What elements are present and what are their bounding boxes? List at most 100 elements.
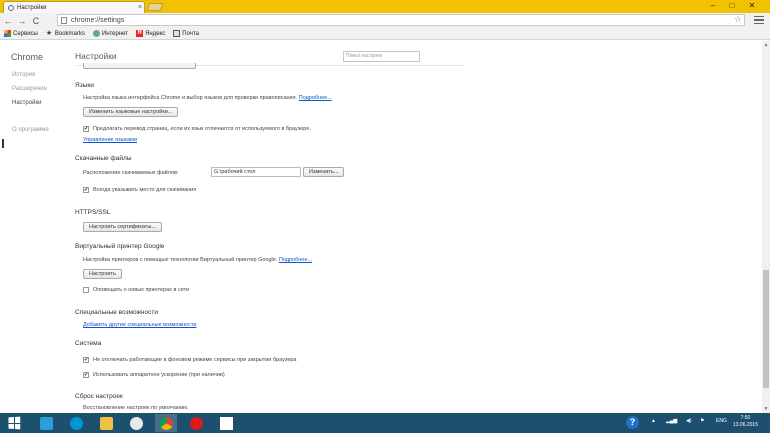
cloud-print-setup-button[interactable]: Настроить [83, 269, 122, 279]
taskbar-app-chrome[interactable] [155, 414, 177, 432]
flag-icon[interactable]: ⚑ [700, 418, 704, 424]
address-bar-url: chrome://settings [71, 16, 125, 24]
vertical-scrollbar[interactable]: ▲ ▼ [762, 41, 770, 413]
taskbar-app-opera[interactable] [185, 414, 207, 432]
file-explorer-icon [99, 416, 113, 430]
maximize-button[interactable]: □ [726, 1, 738, 11]
address-bar[interactable]: chrome://settings [57, 14, 745, 26]
yandex-icon: Я [136, 30, 144, 37]
volume-icon[interactable]: ◀) [686, 418, 692, 424]
settings-main: Настройки Поиск настроек Языки Настройка… [70, 41, 770, 413]
ask-download-location-checkbox[interactable] [83, 187, 89, 193]
cloud-print-description: Настройка принтеров с помощью технологии… [83, 257, 312, 263]
sidebar: Chrome История Расширения Настройки О пр… [0, 41, 70, 413]
languages-description: Настройка языка интерфейса Chrome и выбо… [83, 95, 332, 101]
hp-icon [69, 416, 83, 430]
sidebar-item-extensions[interactable]: Расширения [12, 86, 47, 92]
manage-languages-link[interactable]: Управление языками [83, 137, 137, 143]
sidebar-item-history[interactable]: История [12, 72, 35, 78]
ask-download-location-label: Всегда указывать место для скачивания [93, 187, 197, 193]
cloud-print-more-link[interactable]: Подробнее... [279, 257, 312, 263]
opera-icon [189, 416, 203, 430]
forward-button[interactable]: → [16, 15, 28, 27]
notify-printers-label: Оповещать о новых принтерах в сети [93, 287, 190, 293]
change-download-location-button[interactable]: Изменить... [303, 167, 345, 177]
globe-icon [92, 30, 100, 37]
sidebar-item-about[interactable]: О программе [12, 127, 49, 133]
background-apps-checkbox[interactable] [83, 357, 89, 363]
close-window-button[interactable]: ✕ [746, 1, 758, 11]
bookmark-label: Сервисы [13, 30, 38, 37]
languages-description-text: Настройка языка интерфейса Chrome и выбо… [83, 95, 298, 101]
manage-certificates-button[interactable]: Настроить сертификаты... [83, 222, 162, 232]
tab-close-icon[interactable]: × [136, 4, 144, 11]
network-icon[interactable]: ▂▄▆ [666, 418, 677, 424]
add-accessibility-features-link[interactable]: Добавить другие специальные возможности [83, 322, 196, 328]
scroll-up-arrow-icon[interactable]: ▲ [762, 41, 770, 49]
change-language-settings-button[interactable]: Изменить языковые настройки... [83, 107, 179, 117]
windows-start-icon[interactable] [8, 416, 21, 430]
section-system-heading: Система [75, 340, 102, 347]
partial-button[interactable] [83, 63, 196, 69]
section-reset-heading: Сброс настроек [75, 393, 123, 400]
chrome-menu-icon[interactable] [754, 15, 764, 25]
keyboard-language-indicator[interactable]: ENG [716, 418, 727, 424]
bookmark-star-icon[interactable]: ☆ [734, 14, 742, 25]
section-downloads-heading: Скачанные файлы [75, 155, 132, 162]
search-input[interactable]: Поиск настроек [343, 51, 420, 62]
sidebar-brand: Chrome [11, 52, 44, 62]
download-location-field[interactable]: G:\рабочий стол [211, 167, 301, 177]
minimize-button[interactable]: – [707, 1, 719, 11]
clock-time: 7:50 [740, 415, 751, 421]
offer-translate-checkbox[interactable] [83, 126, 89, 132]
section-https-heading: HTTPS/SSL [75, 209, 111, 216]
sidebar-item-settings[interactable]: Настройки [12, 100, 41, 106]
section-languages-heading: Языки [75, 82, 94, 89]
reload-button[interactable]: C [30, 15, 42, 27]
show-hidden-icons-icon[interactable]: ▲ [651, 418, 656, 424]
page-icon [61, 16, 67, 24]
tab-settings[interactable]: Настройки × [3, 1, 145, 13]
languages-more-link[interactable]: Подробнее... [299, 95, 332, 101]
hardware-acceleration-checkbox[interactable] [83, 372, 89, 378]
clock-date: 13.06.2015 [732, 422, 758, 428]
cloud-print-description-text: Настройка принтеров с помощью технологии… [83, 257, 278, 263]
help-icon[interactable]: ? [626, 416, 639, 429]
reset-description: Восстановление настроек по умолчанию. [83, 405, 189, 411]
bookmark-label: Яндекс [145, 30, 166, 37]
browser-toolbar: ← → C chrome://settings ☆ [0, 13, 770, 28]
taskbar-app-document[interactable] [215, 414, 237, 432]
sidebar-active-indicator [2, 139, 4, 148]
bookmark-label: Почта [182, 30, 199, 37]
document-icon [219, 416, 233, 430]
bookmark-bookmarks[interactable]: ★ Bookmarks [46, 30, 85, 37]
system-clock[interactable]: 7:50 13.06.2015 [733, 415, 758, 429]
background-apps-label: Не отключать работающие в фоновом режиме… [93, 357, 297, 363]
chrome-icon [159, 416, 173, 430]
bookmark-internet[interactable]: Интернет [92, 30, 129, 37]
taskbar-app-hp[interactable] [65, 414, 87, 432]
download-location-label: Расположение скачиваемых файлов: [83, 170, 179, 176]
tab-title: Настройки [17, 4, 47, 11]
new-tab-button[interactable] [146, 3, 164, 11]
taskbar-app-explorer[interactable] [95, 414, 117, 432]
apps-grid-icon [4, 30, 11, 37]
bookmark-mail[interactable]: Почта [173, 30, 199, 37]
hardware-acceleration-label: Использовать аппаратное ускорение (при н… [93, 372, 225, 378]
scrollbar-thumb[interactable] [763, 270, 769, 388]
rocket-icon [39, 416, 53, 430]
scroll-down-arrow-icon[interactable]: ▼ [762, 405, 770, 413]
gear-icon [8, 4, 14, 11]
bookmark-apps[interactable]: Сервисы [4, 30, 38, 37]
page-title: Настройки [75, 51, 117, 61]
section-accessibility-heading: Специальные возможности [75, 309, 158, 316]
offer-translate-label: Предлагать перевод страниц, если их язык… [93, 126, 311, 132]
taskbar-app-mail[interactable] [125, 414, 147, 432]
bookmark-yandex[interactable]: Я Яндекс [136, 30, 165, 37]
bookmarks-bar: Сервисы ★ Bookmarks Интернет Я Яндекс По… [0, 28, 770, 40]
notify-printers-checkbox[interactable] [83, 287, 89, 293]
bookmark-label: Интернет [101, 30, 129, 37]
mail-icon [173, 30, 181, 37]
taskbar-app-rocket[interactable] [35, 414, 57, 432]
back-button[interactable]: ← [2, 15, 14, 27]
